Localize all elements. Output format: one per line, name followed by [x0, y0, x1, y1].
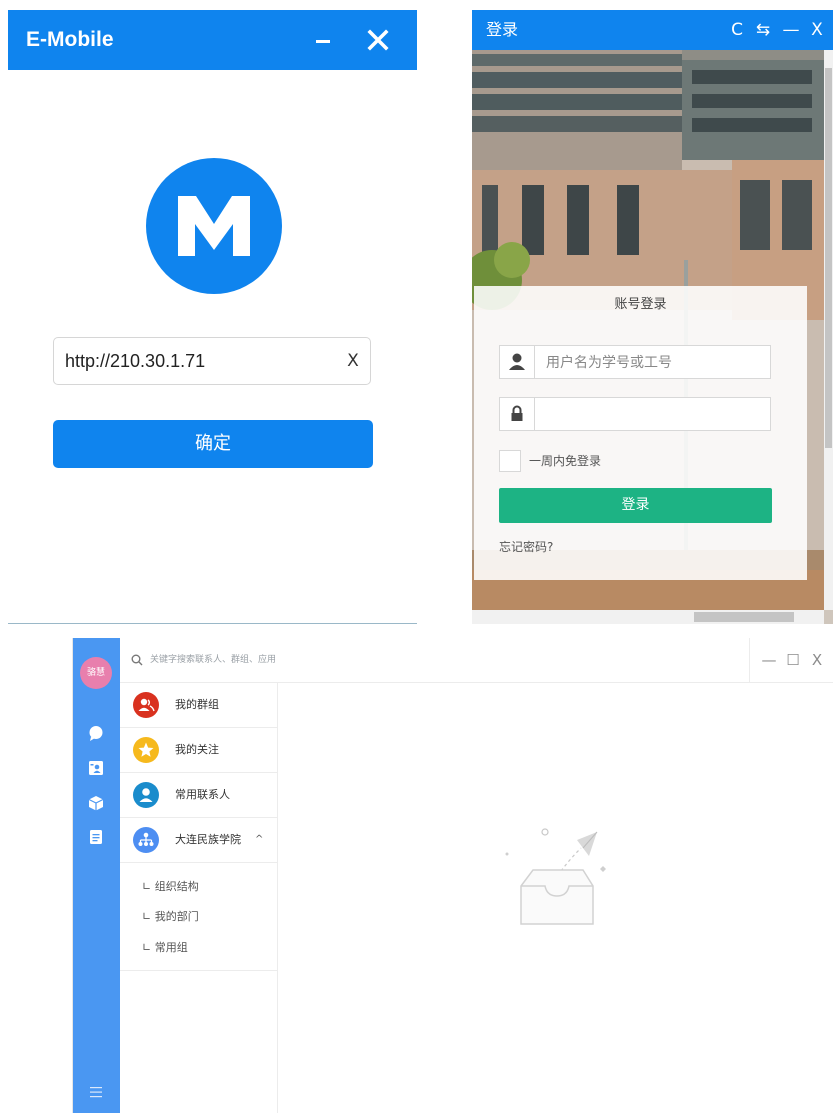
- close-icon[interactable]: X: [806, 648, 828, 672]
- org-icon: [133, 827, 159, 853]
- contacts-window: 骆慧 — ☐ X 我的群组: [72, 638, 833, 1113]
- list-item-label: 大连民族学院: [175, 833, 241, 846]
- username-field[interactable]: [499, 345, 771, 379]
- divider: [8, 623, 417, 624]
- password-input[interactable]: [546, 403, 746, 425]
- login-window-title: 登录: [486, 20, 519, 39]
- star-icon: [133, 737, 159, 763]
- apps-cube-icon[interactable]: [87, 794, 105, 812]
- chat-bubble-icon[interactable]: [87, 724, 105, 742]
- org-subtree: ∟ 组织结构 ∟ 我的部门 ∟ 常用组: [120, 863, 277, 971]
- minimize-icon[interactable]: —: [758, 648, 780, 672]
- group-icon: [133, 692, 159, 718]
- m-logo-icon: [146, 158, 282, 294]
- remember-checkbox[interactable]: [499, 450, 521, 472]
- maximize-icon[interactable]: ☐: [782, 648, 804, 672]
- swap-icon[interactable]: ⇆: [753, 18, 773, 42]
- sub-item-my-department[interactable]: ∟ 我的部门: [142, 908, 199, 926]
- horizontal-scroll-thumb[interactable]: [694, 612, 794, 622]
- confirm-button[interactable]: 确定: [53, 420, 373, 468]
- emobile-window: E-Mobile X 确定: [8, 10, 417, 624]
- lock-icon: [500, 398, 535, 430]
- chevron-up-icon[interactable]: ^: [255, 830, 263, 850]
- username-input[interactable]: [546, 351, 746, 373]
- contacts-card-icon[interactable]: [87, 759, 105, 777]
- menu-icon[interactable]: [87, 1083, 105, 1101]
- search-input[interactable]: [150, 650, 550, 668]
- minimize-icon[interactable]: —: [781, 18, 801, 42]
- remember-label: 一周内免登录: [529, 454, 602, 468]
- login-titlebar: 登录 C ⇆ — X: [472, 10, 833, 50]
- minimize-icon[interactable]: [316, 40, 330, 43]
- emobile-titlebar: E-Mobile: [8, 10, 417, 70]
- window-controls: — ☐ X: [749, 638, 833, 682]
- empty-inbox-icon: [493, 826, 613, 946]
- contacts-list: 我的群组 我的关注 常用联系人 大连民族学院 ^ ∟ 组织结构 ∟ 我的部门 ∟…: [120, 683, 278, 1113]
- login-form: 账号登录 一周内免登录 登录 忘记密码?: [474, 286, 807, 580]
- list-item-label: 我的群组: [175, 698, 219, 711]
- form-title: 账号登录: [614, 297, 667, 312]
- emobile-title: E-Mobile: [26, 28, 114, 51]
- list-item-organization[interactable]: 大连民族学院 ^: [120, 818, 277, 863]
- login-button[interactable]: 登录: [499, 488, 772, 523]
- close-icon[interactable]: [366, 28, 390, 52]
- vertical-scroll-thumb[interactable]: [825, 68, 832, 448]
- list-item-my-follows[interactable]: 我的关注: [120, 728, 277, 773]
- list-item-label: 我的关注: [175, 743, 219, 756]
- list-item-frequent-contacts[interactable]: 常用联系人: [120, 773, 277, 818]
- refresh-icon[interactable]: C: [727, 18, 747, 42]
- forgot-password-link[interactable]: 忘记密码?: [499, 538, 553, 556]
- list-item-my-groups[interactable]: 我的群组: [120, 683, 277, 728]
- user-icon: [500, 346, 535, 378]
- server-url-field[interactable]: X: [53, 337, 371, 385]
- search-icon: [130, 652, 144, 666]
- password-field[interactable]: [499, 397, 771, 431]
- close-icon[interactable]: X: [807, 18, 827, 42]
- clear-url-button[interactable]: X: [342, 347, 364, 375]
- server-url-input[interactable]: [65, 346, 325, 376]
- notes-icon[interactable]: [87, 828, 105, 846]
- search-bar[interactable]: [73, 638, 749, 682]
- list-item-label: 常用联系人: [175, 788, 230, 801]
- person-icon: [133, 782, 159, 808]
- sub-item-org-structure[interactable]: ∟ 组织结构: [142, 878, 199, 896]
- sub-item-common-groups[interactable]: ∟ 常用组: [142, 939, 188, 957]
- left-nav-bar: 骆慧: [73, 638, 120, 1113]
- login-window: 登录 C ⇆ — X 账号登录 用户名为学号或工号 一周内免登录 登录 忘记密码…: [472, 10, 833, 624]
